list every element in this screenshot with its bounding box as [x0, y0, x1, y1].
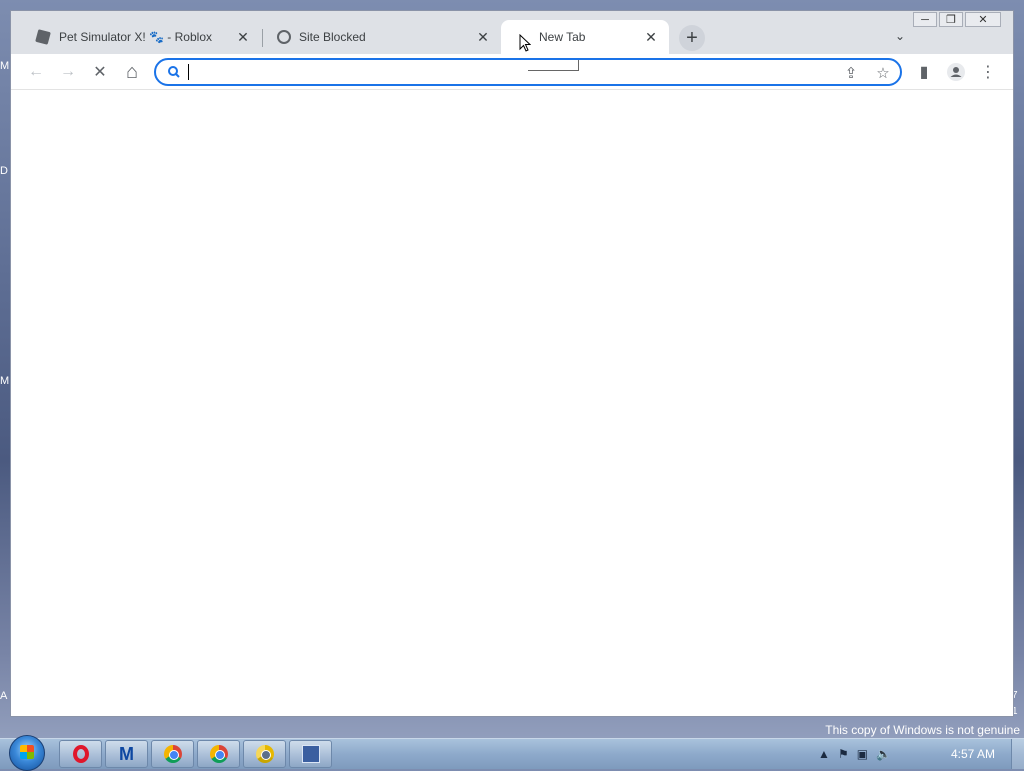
taskbar: M ▲ ⚑ ▣ 🔈 4:57 AM — [0, 735, 1024, 771]
desktop-icon-fragment: M — [0, 375, 10, 387]
tab-roblox[interactable]: Pet Simulator X! 🐾 - Roblox ✕ — [21, 20, 261, 54]
taskbar-chrome[interactable] — [197, 740, 240, 768]
taskbar-chrome[interactable] — [151, 740, 194, 768]
roblox-icon — [35, 29, 51, 45]
toolbar: ← → ✕ ⌂ ⇪ ☆ ▮ ⋮ — [11, 54, 1013, 90]
desktop-icon-fragment: A — [0, 690, 8, 702]
new-tab-button[interactable]: + — [679, 25, 705, 51]
desktop-icon-fragment: D — [0, 165, 8, 177]
restore-button[interactable]: ❐ — [939, 12, 963, 27]
network-icon[interactable]: ▣ — [857, 747, 868, 761]
back-icon[interactable]: ← — [26, 62, 46, 82]
search-icon — [168, 66, 180, 78]
tab-search-icon[interactable]: ⌄ — [895, 29, 905, 43]
close-window-button[interactable]: ✕ — [965, 12, 1001, 27]
share-icon[interactable]: ⇪ — [842, 64, 860, 82]
home-icon[interactable]: ⌂ — [122, 61, 142, 83]
taskbar-opera[interactable] — [59, 740, 102, 768]
tab-label: Site Blocked — [299, 30, 366, 44]
action-center-flag-icon[interactable]: ⚑ — [838, 747, 849, 761]
chrome-canary-icon — [255, 745, 274, 763]
opera-icon — [72, 745, 89, 763]
tab-strip: ─ ❐ ✕ Pet Simulator X! 🐾 - Roblox ✕ Site… — [11, 11, 1013, 54]
menu-icon[interactable]: ⋮ — [978, 62, 998, 82]
tab-label: Pet Simulator X! 🐾 - Roblox — [59, 30, 212, 44]
close-icon[interactable]: ✕ — [235, 29, 251, 45]
volume-icon[interactable]: 🔈 — [876, 747, 891, 761]
taskbar-chrome-canary[interactable] — [243, 740, 286, 768]
remote-desktop-icon — [301, 745, 320, 763]
mouse-cursor-icon — [519, 34, 531, 52]
stop-icon[interactable]: ✕ — [90, 62, 110, 82]
address-input[interactable] — [186, 63, 810, 83]
tab-label: New Tab — [539, 30, 586, 44]
desktop-icon-fragment: M — [0, 60, 10, 72]
bookmark-star-icon[interactable]: ☆ — [874, 64, 892, 82]
genuine-warning: This copy of Windows is not genuine — [825, 723, 1020, 737]
page-content — [11, 90, 1013, 716]
windows-logo-icon — [20, 745, 34, 759]
globe-icon — [277, 30, 291, 44]
browser-window: ─ ❐ ✕ Pet Simulator X! 🐾 - Roblox ✕ Site… — [10, 10, 1014, 717]
clock[interactable]: 4:57 AM — [951, 747, 995, 761]
minimize-button[interactable]: ─ — [913, 12, 937, 27]
tab-site-blocked[interactable]: Site Blocked ✕ — [263, 20, 501, 54]
close-icon[interactable]: ✕ — [643, 29, 659, 45]
show-hidden-icons[interactable]: ▲ — [818, 747, 830, 761]
address-bar[interactable]: ⇪ ☆ — [154, 58, 902, 86]
profile-icon[interactable] — [946, 62, 966, 82]
taskbar-malwarebytes[interactable]: M — [105, 740, 148, 768]
close-icon[interactable]: ✕ — [475, 29, 491, 45]
avatar — [947, 63, 965, 81]
ime-underline — [528, 60, 579, 71]
system-tray: ▲ ⚑ ▣ 🔈 — [818, 739, 899, 769]
side-panel-icon[interactable]: ▮ — [914, 62, 934, 82]
chrome-icon — [209, 745, 228, 763]
forward-icon[interactable]: → — [58, 62, 78, 82]
window-controls: ─ ❐ ✕ — [913, 12, 1001, 27]
malwarebytes-icon: M — [119, 743, 134, 764]
taskbar-remote-desktop[interactable] — [289, 740, 332, 768]
chrome-icon — [163, 745, 182, 763]
start-button[interactable] — [9, 735, 45, 771]
show-desktop-button[interactable] — [1011, 739, 1024, 769]
